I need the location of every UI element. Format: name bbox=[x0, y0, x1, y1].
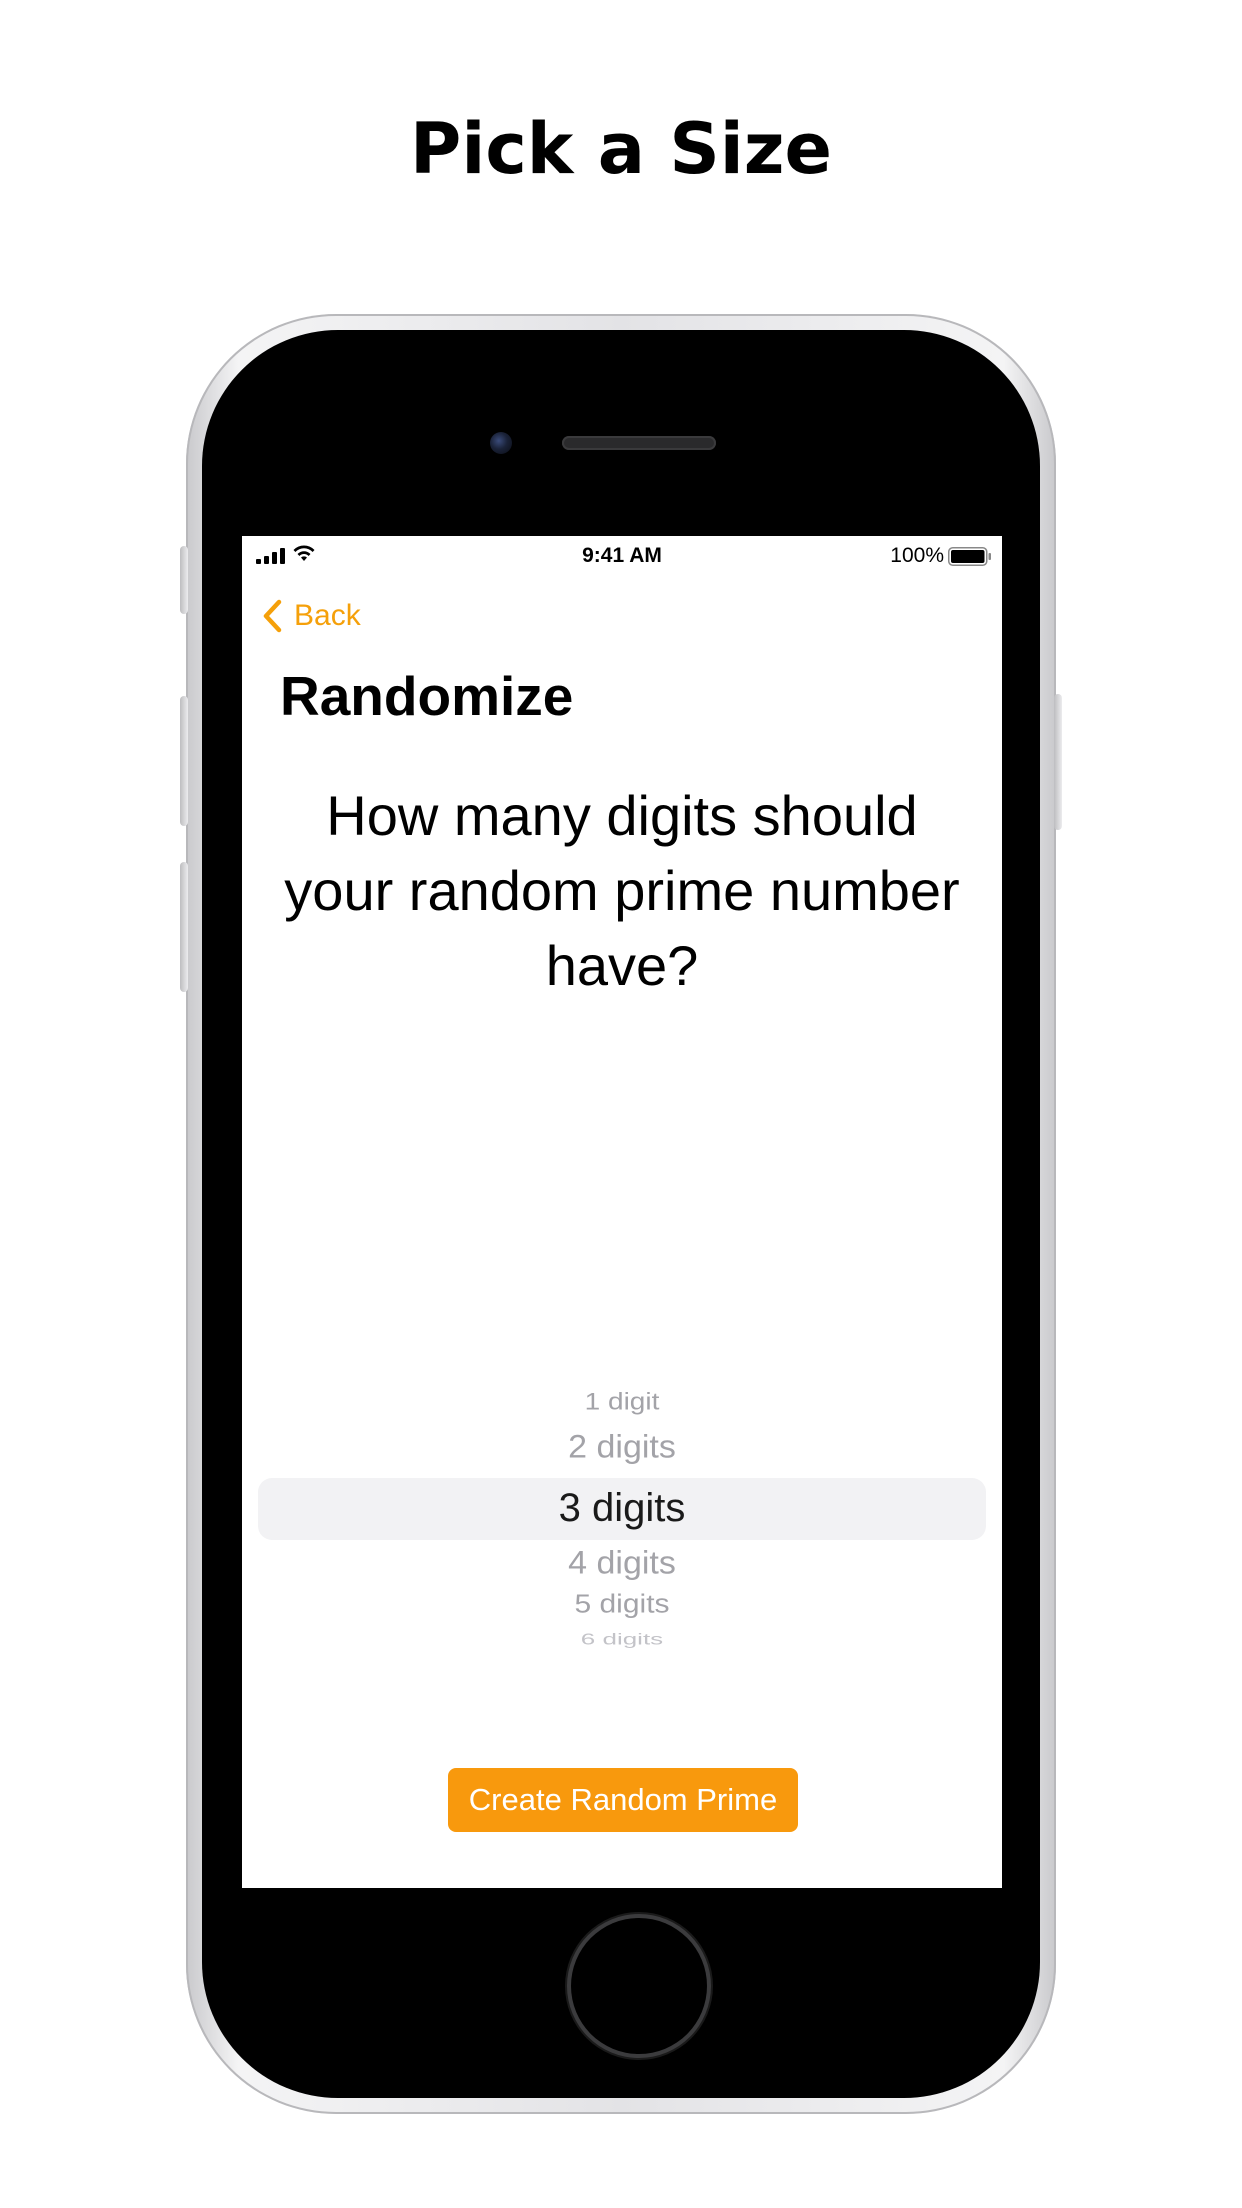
back-label: Back bbox=[294, 599, 361, 632]
digits-picker[interactable]: 1 digit 2 digits 3 digits 4 digits 5 dig… bbox=[258, 1366, 986, 1656]
back-button[interactable]: Back bbox=[262, 594, 361, 638]
create-random-prime-button[interactable]: Create Random Prime bbox=[448, 1768, 798, 1832]
picker-item[interactable]: 6 digits bbox=[258, 1630, 986, 1649]
home-button[interactable] bbox=[571, 1918, 707, 2054]
battery-icon bbox=[948, 547, 991, 566]
chevron-left-icon bbox=[263, 599, 282, 633]
nav-title: Randomize bbox=[280, 665, 574, 727]
picker-item-selected[interactable]: 3 digits bbox=[258, 1486, 986, 1531]
picker-item[interactable]: 5 digits bbox=[258, 1591, 986, 1620]
status-bar: 9:41 AM 100% bbox=[242, 536, 1002, 572]
earpiece-speaker bbox=[562, 436, 716, 450]
battery-percent: 100% bbox=[890, 544, 944, 567]
volume-down-button bbox=[180, 862, 188, 992]
question-text: How many digits should your random prime… bbox=[284, 784, 960, 997]
power-button bbox=[1054, 694, 1062, 830]
promo-headline: Pick a Size bbox=[410, 108, 832, 190]
volume-up-button bbox=[180, 696, 188, 826]
picker-item[interactable]: 4 digits bbox=[258, 1545, 986, 1582]
picker-item[interactable]: 2 digits bbox=[258, 1429, 986, 1466]
status-time: 9:41 AM bbox=[582, 544, 662, 567]
mute-switch bbox=[180, 546, 188, 614]
front-camera bbox=[490, 432, 512, 454]
app-store-screenshot: Pick a Size 9:41 AM 100% Back Randomize … bbox=[0, 0, 1242, 2208]
phone-screen: 9:41 AM 100% Back Randomize How many dig… bbox=[242, 536, 1002, 1888]
picker-item[interactable]: 1 digit bbox=[258, 1388, 986, 1415]
